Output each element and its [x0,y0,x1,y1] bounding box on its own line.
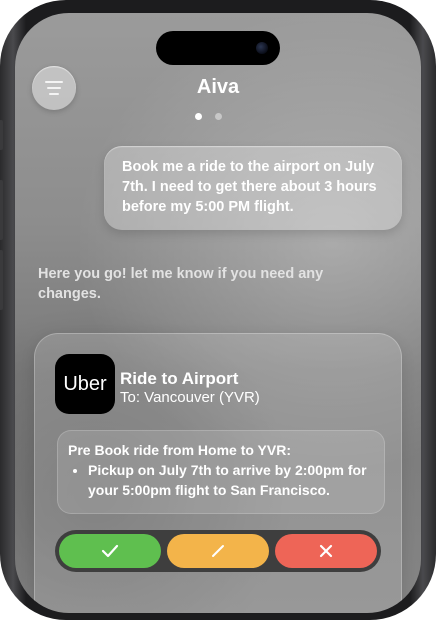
screen: Aiva Book me a ride to the airport on Ju… [15,13,421,613]
page-dot[interactable] [215,113,222,120]
page-dot-active[interactable] [195,113,202,120]
phone-side-button [0,120,3,150]
cancel-button[interactable] [275,534,377,568]
edit-button[interactable] [167,534,269,568]
camera-icon [256,42,268,54]
pencil-icon [212,545,224,557]
assistant-message: Here you go! let me know if you need any… [38,266,324,302]
page-indicator[interactable] [195,113,222,120]
ride-card: Uber Ride to Airport To: Vancouver (YVR)… [34,333,402,613]
ride-details: Pre Book ride from Home to YVR: Pickup o… [57,430,385,514]
ride-title: Ride to Airport [120,369,239,388]
checkmark-icon [101,544,119,558]
details-list: Pickup on July 7th to arrive by 2:00pm f… [68,460,374,500]
phone-side-button [0,250,3,310]
details-heading: Pre Book ride from Home to YVR: [68,442,292,458]
page-title: Aiva [196,76,240,98]
user-message-bubble: Book me a ride to the airport on July 7t… [104,146,402,230]
confirm-button[interactable] [59,534,161,568]
ride-destination: To: Vancouver (YVR) [120,389,260,406]
uber-logo: Uber [55,354,115,414]
close-icon [319,544,333,558]
dynamic-island [156,31,280,65]
action-bar [55,530,381,572]
phone-side-button [0,180,3,240]
details-item: Pickup on July 7th to arrive by 2:00pm f… [88,460,374,500]
